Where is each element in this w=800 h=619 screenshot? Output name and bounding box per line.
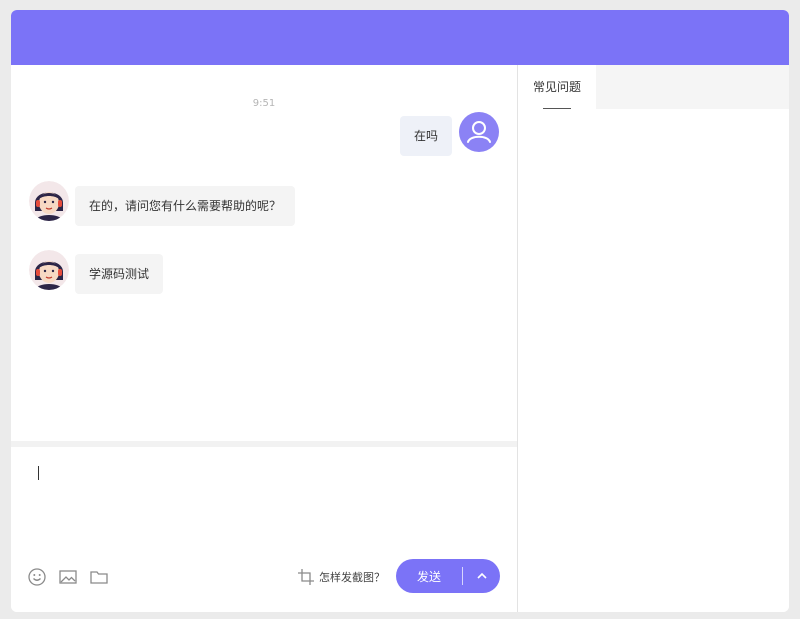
agent-avatar bbox=[29, 181, 69, 221]
screenshot-help-link[interactable]: 怎样发截图？ bbox=[297, 567, 385, 587]
agent-icon bbox=[29, 250, 69, 290]
agent-message: 学源码测试 bbox=[75, 254, 164, 294]
chevron-up-icon bbox=[476, 572, 487, 579]
send-button[interactable]: 发送 bbox=[396, 568, 462, 585]
user-message: 在吗 bbox=[400, 116, 453, 156]
send-button-group: 发送 bbox=[396, 559, 500, 593]
message-timestamp: 9:51 bbox=[252, 98, 276, 109]
user-icon bbox=[467, 121, 491, 143]
user-avatar bbox=[459, 112, 499, 152]
sidebar-tabbar: 常见问题 bbox=[518, 65, 789, 109]
screenshot-help-label: 怎样发截图？ bbox=[319, 571, 385, 584]
chat-window: 9:51 在吗 在的，请问您有什么需要帮助的呢？ 学源码测试 怎样发截图？ 发送… bbox=[11, 10, 789, 612]
emoji-icon[interactable] bbox=[27, 567, 47, 587]
composer-divider bbox=[11, 441, 517, 447]
agent-avatar bbox=[29, 250, 69, 290]
chat-panel: 9:51 在吗 在的，请问您有什么需要帮助的呢？ 学源码测试 怎样发截图？ 发送 bbox=[11, 65, 517, 612]
tab-active-indicator bbox=[543, 108, 571, 109]
folder-icon[interactable] bbox=[89, 567, 109, 587]
agent-message: 在的，请问您有什么需要帮助的呢？ bbox=[75, 186, 296, 226]
faq-sidebar: 常见问题 bbox=[517, 65, 789, 612]
message-input[interactable] bbox=[38, 466, 39, 480]
header-bar bbox=[11, 10, 789, 65]
image-icon[interactable] bbox=[58, 567, 78, 587]
agent-icon bbox=[29, 181, 69, 221]
tab-faq[interactable]: 常见问题 bbox=[518, 65, 596, 109]
crop-icon bbox=[298, 569, 314, 585]
tab-faq-label: 常见问题 bbox=[532, 80, 581, 94]
send-options-button[interactable] bbox=[463, 570, 500, 582]
